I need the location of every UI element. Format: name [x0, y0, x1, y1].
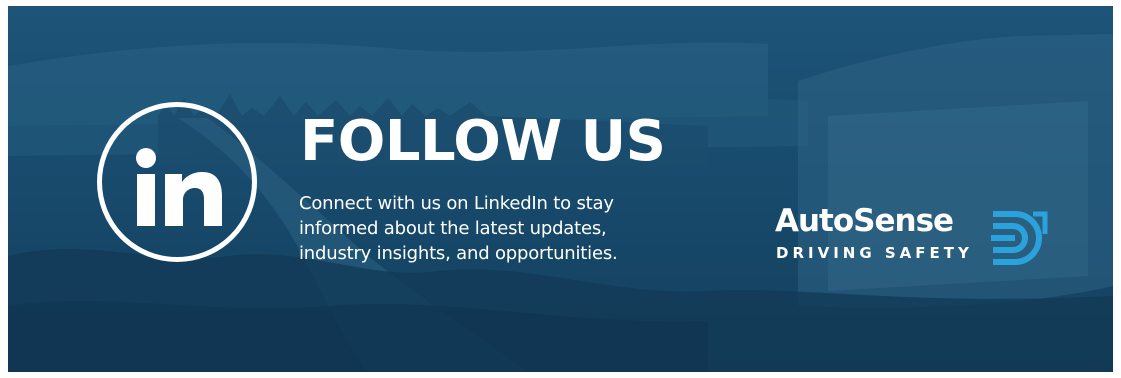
- blurb-line: informed about the latest updates,: [299, 218, 607, 239]
- blurb-text: Connect with us on LinkedIn to stay info…: [299, 191, 719, 266]
- blurb-line: Connect with us on LinkedIn to stay: [299, 193, 614, 214]
- linkedin-in-icon[interactable]: [97, 102, 257, 262]
- autosense-mark-icon: [989, 208, 1049, 266]
- logo-tagline: DRIVING SAFETY: [776, 244, 973, 262]
- logo-wordmark: AutoSense: [775, 203, 954, 239]
- autosense-logo: AutoSense DRIVING SAFETY: [773, 202, 1053, 272]
- follow-us-banner: FOLLOW US Connect with us on LinkedIn to…: [8, 6, 1113, 372]
- blurb-line: industry insights, and opportunities.: [299, 243, 618, 264]
- headline: FOLLOW US: [300, 109, 666, 174]
